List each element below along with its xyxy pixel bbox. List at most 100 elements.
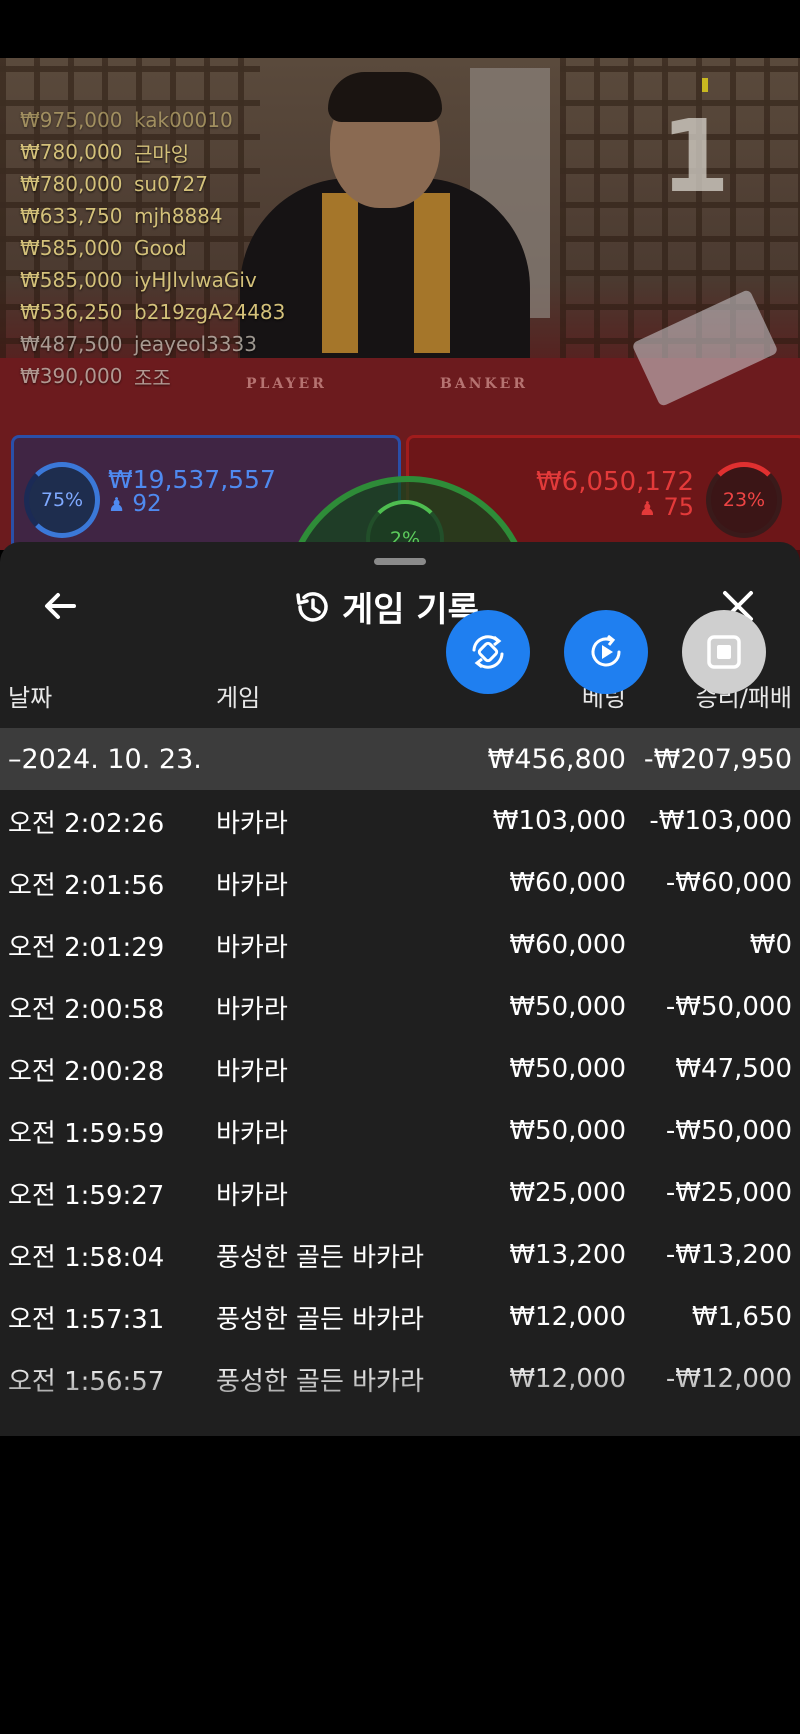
history-row[interactable]: 오전 2:01:56 바카라 ₩60,000 -₩60,000 — [0, 852, 800, 914]
winner-row: ₩780,000 근마잉 — [20, 136, 285, 168]
winner-amount: ₩633,750 — [20, 204, 123, 228]
drag-handle[interactable] — [374, 558, 426, 565]
winner-amount: ₩585,000 — [20, 236, 123, 260]
sheet-title: 게임 기록 — [292, 582, 479, 631]
winners-list: ₩975,000 kak00010 ₩780,000 근마잉 ₩780,000 su0… — [20, 104, 285, 392]
row-result: -₩103,000 — [649, 806, 792, 836]
dealer-lapel-left — [322, 193, 358, 353]
row-result: -₩50,000 — [665, 992, 792, 1022]
game-history-sheet: 게임 기록 날짜 게임 베팅 승리/패배 –2024. 10. 23. ₩456… — [0, 542, 800, 1436]
row-game: 바카라 — [216, 1180, 288, 1211]
history-row[interactable]: 오전 1:59:27 바카라 ₩25,000 -₩25,000 — [0, 1162, 800, 1224]
winner-amount: ₩975,000 — [20, 108, 123, 132]
row-result: ₩0 — [749, 930, 792, 960]
row-bet: ₩50,000 — [509, 992, 626, 1022]
player-percent-ring: 75% — [24, 462, 100, 538]
row-game: 바카라 — [216, 932, 288, 963]
row-game: 풍성한 골든 바카라 — [216, 1304, 424, 1335]
history-row[interactable]: 오전 2:00:58 바카라 ₩50,000 -₩50,000 — [0, 976, 800, 1038]
round-number: 1 — [660, 98, 730, 215]
row-time: 오전 1:58:04 — [8, 1242, 165, 1273]
stop-button[interactable] — [682, 610, 766, 694]
winner-row: ₩585,000 Good — [20, 232, 285, 264]
winner-user: mjh8884 — [134, 204, 223, 228]
row-bet: ₩13,200 — [509, 1240, 626, 1270]
winner-user: iyHJlvlwaGiv — [134, 268, 257, 292]
winner-amount: ₩536,250 — [20, 300, 123, 324]
winner-amount: ₩780,000 — [20, 140, 123, 164]
round-indicator-dot — [702, 78, 708, 92]
winner-row: ₩585,000 iyHJlvlwaGiv — [20, 264, 285, 296]
history-row[interactable]: 오전 2:00:28 바카라 ₩50,000 ₩47,500 — [0, 1038, 800, 1100]
banker-count-value: 75 — [663, 493, 694, 521]
row-bet: ₩50,000 — [509, 1116, 626, 1146]
row-result: -₩50,000 — [665, 1116, 792, 1146]
winner-user: su0727 — [134, 172, 208, 196]
row-time: 오전 1:59:27 — [8, 1180, 165, 1211]
row-game: 바카라 — [216, 1118, 288, 1149]
row-game: 풍성한 골든 바카라 — [216, 1242, 424, 1273]
winner-row: ₩780,000 su0727 — [20, 168, 285, 200]
banker-percent-ring: 23% — [706, 462, 782, 538]
stop-icon — [707, 635, 741, 669]
replay-icon — [591, 634, 621, 667]
row-game: 바카라 — [216, 1056, 288, 1087]
winner-amount: ₩780,000 — [20, 172, 123, 196]
dealer-lapel-right — [414, 193, 450, 353]
winner-row: ₩975,000 kak00010 — [20, 104, 285, 136]
row-bet: ₩60,000 — [509, 868, 626, 898]
history-row[interactable]: 오전 1:57:31 풍성한 골든 바카라 ₩12,000 ₩1,650 — [0, 1286, 800, 1348]
winner-row: ₩536,250 b219zgA24483 — [20, 296, 285, 328]
row-result: -₩25,000 — [665, 1178, 792, 1208]
arrow-left-icon — [45, 593, 76, 619]
row-result: ₩47,500 — [675, 1054, 792, 1084]
row-result: -₩13,200 — [665, 1240, 792, 1270]
row-bet: ₩50,000 — [509, 1054, 626, 1084]
replay-button[interactable] — [564, 610, 648, 694]
row-game: 바카라 — [216, 870, 288, 901]
row-time: 오전 2:02:26 — [8, 808, 165, 839]
winner-user: 조조 — [134, 365, 171, 390]
winner-amount: ₩585,000 — [20, 268, 123, 292]
player-count-value: 92 — [132, 491, 162, 517]
history-row[interactable]: 오전 2:01:29 바카라 ₩60,000 ₩0 — [0, 914, 800, 976]
back-button[interactable] — [38, 584, 82, 628]
player-count: ♟ 92 — [108, 491, 162, 517]
winner-amount: ₩487,500 — [20, 332, 123, 356]
row-bet: ₩60,000 — [509, 930, 626, 960]
history-row[interactable]: 오전 2:02:26 바카라 ₩103,000 -₩103,000 — [0, 790, 800, 852]
banker-count: ♟ 75 — [639, 493, 694, 521]
row-bet: ₩12,000 — [509, 1302, 626, 1332]
date-group-row[interactable]: –2024. 10. 23. ₩456,800 -₩207,950 — [0, 728, 800, 790]
history-row[interactable]: 오전 1:59:59 바카라 ₩50,000 -₩50,000 — [0, 1100, 800, 1162]
date-group-result: -₩207,950 — [643, 743, 792, 775]
winner-user: jeayeol3333 — [134, 332, 257, 356]
history-row[interactable]: 오전 1:58:04 풍성한 골든 바카라 ₩13,200 -₩13,200 — [0, 1224, 800, 1286]
date-group-date: –2024. 10. 23. — [8, 743, 202, 775]
winner-row: ₩390,000 조조 — [20, 360, 285, 392]
list-fade-overlay — [0, 1362, 800, 1436]
row-game: 바카라 — [216, 808, 288, 839]
rotate-button[interactable] — [446, 610, 530, 694]
winner-user: 근마잉 — [134, 141, 190, 166]
row-result: ₩1,650 — [691, 1302, 792, 1332]
column-header-game: 게임 — [216, 684, 261, 712]
rotate-icon — [472, 635, 504, 669]
row-result: -₩60,000 — [665, 868, 792, 898]
winner-user: b219zgA24483 — [134, 300, 286, 324]
row-time: 오전 2:00:58 — [8, 994, 165, 1025]
history-icon — [296, 591, 328, 622]
column-header-date: 날짜 — [8, 684, 53, 712]
person-icon: ♟ — [108, 494, 126, 516]
date-group-bet: ₩456,800 — [487, 743, 626, 775]
winner-amount: ₩390,000 — [20, 364, 123, 388]
winner-row: ₩487,500 jeayeol3333 — [20, 328, 285, 360]
winner-row: ₩633,750 mjh8884 — [20, 200, 285, 232]
winner-user: Good — [134, 236, 187, 260]
row-game: 바카라 — [216, 994, 288, 1025]
dealer-hair — [328, 72, 442, 122]
row-time: 오전 1:57:31 — [8, 1304, 165, 1335]
row-time: 오전 1:59:59 — [8, 1118, 165, 1149]
row-bet: ₩25,000 — [509, 1178, 626, 1208]
row-time: 오전 2:01:29 — [8, 932, 165, 963]
